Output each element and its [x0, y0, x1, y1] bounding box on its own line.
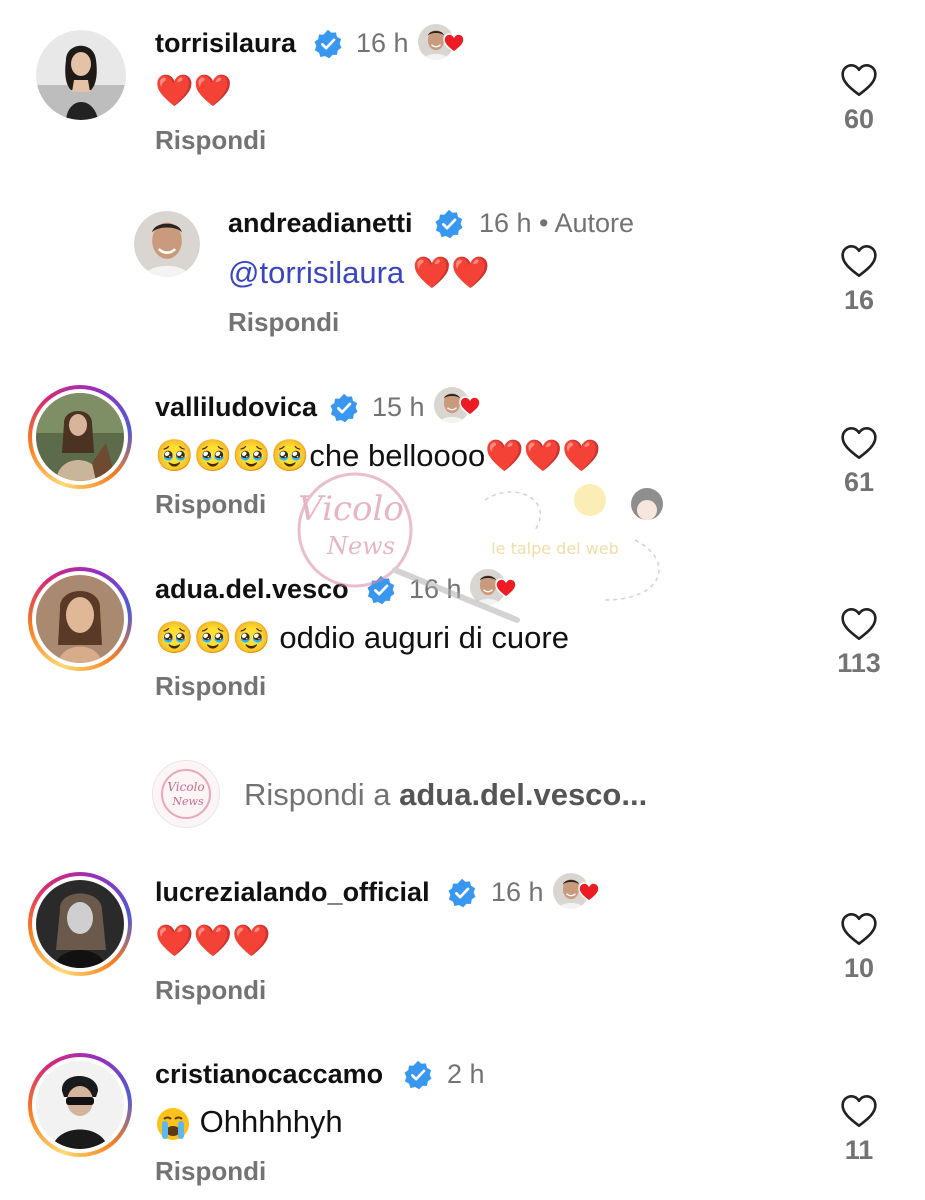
comment-text: @torrisilaura ❤️❤️	[228, 254, 490, 291]
loudly-crying-face-icon	[157, 1107, 189, 1140]
mention-link[interactable]: @torrisilaura	[228, 255, 404, 290]
heart-outline-icon[interactable]	[839, 425, 879, 461]
comment-text: 🥹🥹🥹🥹che belloooo❤️❤️❤️	[155, 438, 602, 473]
like-button[interactable]: 16	[829, 243, 889, 316]
comment-text: 🥹🥹🥹 oddio auguri di cuore	[155, 620, 569, 655]
like-count: 16	[843, 285, 875, 315]
svg-text:Vicolo: Vicolo	[298, 489, 404, 529]
timestamp: 16 h	[409, 574, 462, 604]
author-liked-indicator	[553, 871, 605, 911]
avatar-photo-icon	[36, 1061, 124, 1149]
reply-button[interactable]: Rispondi	[155, 125, 266, 156]
avatar-photo-icon	[134, 211, 200, 277]
reply-button[interactable]: Rispondi	[228, 307, 339, 338]
heart-outline-icon[interactable]	[839, 1093, 879, 1129]
verified-badge-icon	[403, 1060, 433, 1090]
reply-to-prefix: Rispondi a	[244, 777, 400, 812]
heart-outline-icon[interactable]	[839, 243, 879, 279]
like-count: 10	[843, 953, 875, 983]
author-liked-indicator	[434, 385, 486, 425]
avatar-photo-icon	[36, 880, 124, 968]
avatar-story-ring[interactable]	[28, 567, 132, 671]
timestamp: 16 h • Autore	[479, 208, 635, 238]
like-count: 60	[843, 104, 875, 134]
avatar[interactable]	[36, 30, 126, 120]
username[interactable]: lucrezialando_official	[155, 877, 430, 908]
author-liked-indicator	[470, 567, 522, 607]
avatar-photo-icon	[36, 393, 124, 481]
heart-outline-icon[interactable]	[839, 62, 879, 98]
verified-badge-icon	[434, 209, 464, 239]
svg-text:News: News	[171, 795, 204, 808]
my-avatar: Vicolo News	[152, 760, 220, 828]
timestamp: 16 h	[491, 877, 544, 907]
comment-text: ❤️❤️	[155, 73, 233, 108]
reply-composer[interactable]: Vicolo News Rispondi a adua.del.vesco...	[0, 750, 925, 840]
username[interactable]: andreadianetti	[228, 208, 413, 239]
timestamp: 15 h	[372, 392, 425, 422]
avatar-story-ring[interactable]	[28, 385, 132, 489]
comment-text: ❤️❤️❤️	[155, 923, 271, 958]
username[interactable]: torrisilaura	[155, 28, 296, 59]
like-button[interactable]: 61	[829, 425, 889, 498]
author-liked-heart-icon	[442, 32, 466, 54]
like-button[interactable]: 60	[829, 62, 889, 135]
verified-badge-icon	[366, 575, 396, 605]
author-liked-heart-icon	[494, 577, 518, 599]
author-liked-heart-icon	[458, 395, 482, 417]
like-button[interactable]: 10	[829, 911, 889, 984]
timestamp: 2 h	[447, 1059, 485, 1089]
author-liked-heart-icon	[577, 881, 601, 903]
verified-badge-icon	[313, 29, 343, 59]
reply-to-username: adua.del.vesco...	[399, 777, 648, 812]
avatar-photo-icon	[36, 575, 124, 663]
vicolo-logo-icon: Vicolo News	[153, 761, 219, 827]
username[interactable]: adua.del.vesco	[155, 574, 349, 605]
like-button[interactable]: 11	[829, 1093, 889, 1166]
svg-text:News: News	[326, 532, 395, 560]
reply-button[interactable]: Rispondi	[155, 489, 266, 520]
comment-text: Ohhhhhyh	[155, 1104, 343, 1142]
avatar-story-ring[interactable]	[28, 1053, 132, 1157]
like-button[interactable]: 113	[829, 606, 889, 679]
author-liked-indicator	[418, 22, 470, 62]
reply-to-placeholder[interactable]: Rispondi a adua.del.vesco...	[244, 777, 647, 813]
username[interactable]: cristianocaccamo	[155, 1059, 383, 1090]
heart-outline-icon[interactable]	[839, 911, 879, 947]
verified-badge-icon	[329, 393, 359, 423]
avatar-story-ring[interactable]	[28, 872, 132, 976]
reply-button[interactable]: Rispondi	[155, 975, 266, 1006]
avatar[interactable]	[134, 211, 200, 277]
like-count: 113	[837, 648, 881, 678]
timestamp: 16 h	[356, 28, 409, 58]
reply-button[interactable]: Rispondi	[155, 671, 266, 702]
svg-text:le talpe del web: le talpe del web	[491, 539, 619, 558]
heart-outline-icon[interactable]	[839, 606, 879, 642]
reply-button[interactable]: Rispondi	[155, 1156, 266, 1187]
verified-badge-icon	[447, 878, 477, 908]
like-count: 11	[844, 1135, 874, 1165]
username[interactable]: valliludovica	[155, 392, 317, 423]
comment-text-body: ❤️❤️	[404, 255, 490, 290]
comment-text-body: Ohhhhhyh	[191, 1104, 343, 1139]
avatar-photo-icon	[36, 30, 126, 120]
like-count: 61	[843, 467, 875, 497]
svg-text:Vicolo: Vicolo	[167, 780, 204, 794]
